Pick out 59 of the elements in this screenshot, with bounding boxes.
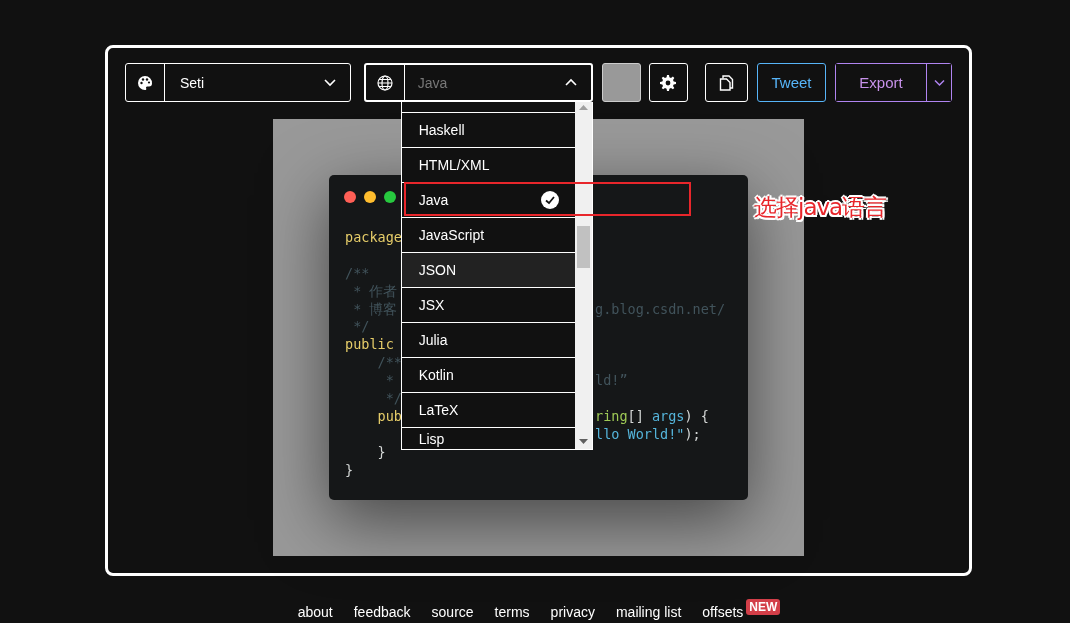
theme-value: Seti [180,74,205,91]
code-token: */ [352,318,370,337]
footer-link[interactable]: mailing list [615,604,682,620]
background-color-swatch[interactable] [601,63,641,102]
new-badge: NEW [746,599,781,615]
code-token: /** [376,354,402,373]
code-token: public [345,336,394,355]
footer-link[interactable]: about [297,604,333,620]
settings-icon [660,74,677,91]
chevron-down-icon [933,78,945,87]
globe-icon [376,74,393,91]
chevron-down-icon [323,78,336,87]
window-minimize-dot [364,191,376,203]
theme-select[interactable]: Seti [125,63,351,102]
language-option[interactable]: LaTeX [401,393,575,427]
footer-link[interactable]: feedback [353,604,411,620]
code-token: } [376,443,386,462]
scroll-down-arrow-icon [578,439,588,445]
export-button[interactable]: Export [836,64,927,101]
language-option[interactable]: JavaScript [401,218,575,252]
code-token: llo World!" [595,425,685,444]
language-option[interactable]: JSON [401,253,575,287]
language-option[interactable]: Haskell [401,113,575,147]
language-option[interactable]: HTML/XML [401,148,575,182]
code-token: */ [384,390,402,408]
language-option[interactable]: Lisp [401,428,575,449]
code-token: args [651,407,685,426]
window-maximize-dot [384,191,396,203]
language-option[interactable]: Kotlin [401,358,575,392]
scrollbar-thumb[interactable] [576,226,590,268]
window-close-dot [344,191,356,203]
language-option[interactable]: Julia [401,323,575,357]
code-token: /** [345,264,370,283]
language-select[interactable]: Java [363,63,593,102]
code-token: [] [627,407,645,426]
code-token: pub [376,407,402,426]
footer-link[interactable]: privacy [550,604,595,620]
code-token: * 作者 [352,282,398,301]
copy-icon [719,74,734,91]
scroll-up-arrow-icon [578,104,588,110]
tweet-button[interactable]: Tweet [757,63,826,102]
footer-link[interactable]: offsets [702,604,744,620]
code-token: ) { [684,407,709,426]
code-token: ring [595,407,628,426]
code-token: } [345,461,354,480]
palette-icon [137,74,153,91]
code-token: package [345,229,402,247]
settings-button[interactable] [648,63,688,102]
code-token: ld!” [595,372,628,390]
copy-button[interactable] [704,63,748,102]
code-token: ); [684,425,701,444]
language-value: Java [417,74,448,91]
code-token: * [384,372,394,390]
footer-link[interactable]: source [431,604,474,620]
footer-link[interactable]: terms [494,604,530,620]
code-token: * 博客 [352,300,398,319]
code-token: g.blog.csdn.net/ [595,300,726,319]
chevron-up-icon [564,78,577,87]
language-option[interactable]: JSX [401,288,575,322]
